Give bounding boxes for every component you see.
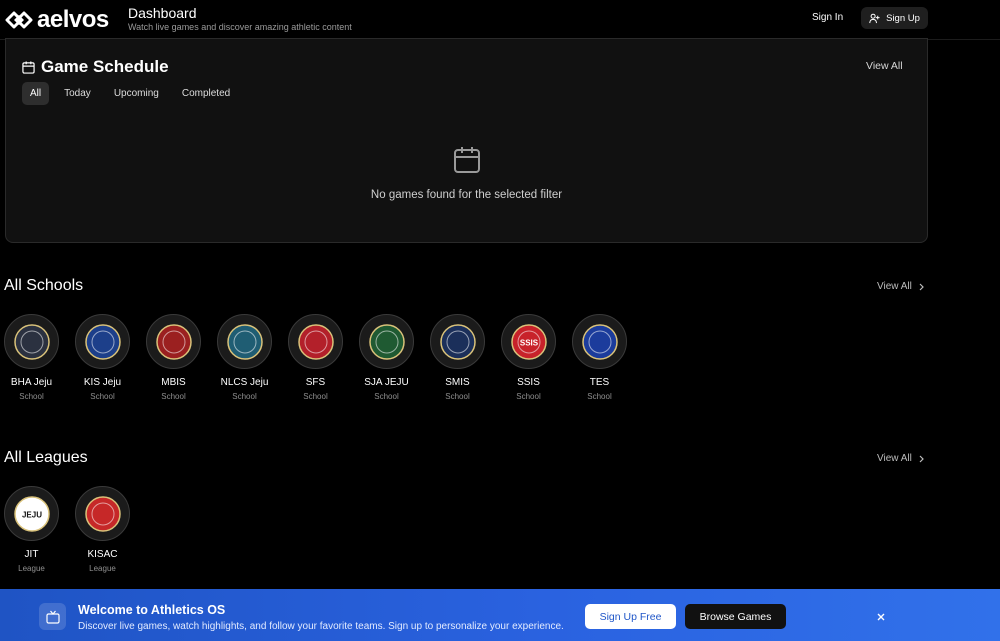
entity-name: KIS Jeju [83,377,122,388]
avatar: JEJU [4,486,59,541]
chevron-right-icon [919,283,924,290]
crest-icon [155,323,192,360]
crest-icon [581,323,618,360]
user-plus-icon [869,13,880,23]
banner-subtitle: Discover live games, watch highlights, a… [78,621,564,632]
leagues-view-all-label: View All [877,453,912,464]
entity-type: School [374,392,399,401]
leagues-view-all-link[interactable]: View All [877,453,925,464]
leagues-section-title: All Leagues [4,449,88,466]
entity-name: SMIS [445,377,470,388]
avatar [572,314,627,369]
crest-icon [439,323,476,360]
banner-icon-wrap [39,603,66,630]
filter-tab-upcoming[interactable]: Upcoming [106,82,167,105]
avatar [288,314,343,369]
page-title: Dashboard [128,5,197,21]
sign-in-button[interactable]: Sign In [812,8,843,28]
close-icon [877,613,885,621]
svg-text:JEJU: JEJU [21,510,41,519]
school-card-nlcs-jeju[interactable]: NLCS Jeju School [217,314,288,401]
filter-tab-all[interactable]: All [22,82,50,105]
school-card-mbis[interactable]: MBIS School [146,314,217,401]
entity-type: School [90,392,115,401]
league-card-jit[interactable]: JEJU JIT League [4,486,75,573]
filter-tab-completed[interactable]: Completed [174,82,238,105]
school-card-sfs[interactable]: SFS School [288,314,359,401]
entity-name: SJA JEJU [364,377,409,388]
entity-type: School [587,392,612,401]
chevron-right-icon [919,455,924,462]
banner-close-button[interactable] [874,610,888,624]
entity-name: SFS [305,377,326,388]
logo[interactable]: aelvos [5,6,109,34]
entity-name: BHA Jeju [10,377,53,388]
avatar [4,314,59,369]
page-subtitle: Watch live games and discover amazing at… [128,22,352,32]
league-card-kisac[interactable]: KISAC League [75,486,146,573]
avatar: SSIS [501,314,556,369]
entity-type: League [18,564,45,573]
schools-view-all-label: View All [877,281,912,292]
crest-icon [84,323,121,360]
calendar-icon [22,60,35,74]
school-card-smis[interactable]: SMIS School [430,314,501,401]
game-schedule-card: Game Schedule View All All Today Upcoming C… [5,38,928,243]
entity-type: School [516,392,541,401]
entity-name: MBIS [161,377,186,388]
game-schedule-heading: Game Schedule [22,57,169,77]
schedule-view-all-link[interactable]: View All [866,60,903,72]
empty-state-text: No games found for the selected filter [370,189,563,201]
schools-view-all-link[interactable]: View All [877,281,925,292]
avatar [146,314,201,369]
entity-name: JIT [24,549,39,560]
avatar [430,314,485,369]
avatar [217,314,272,369]
avatar [75,486,130,541]
entity-name: NLCS Jeju [220,377,269,388]
crest-icon [84,495,121,532]
avatar [75,314,130,369]
tv-icon [45,610,60,624]
sign-up-free-button[interactable]: Sign Up Free [585,604,676,629]
banner-title: Welcome to Athletics OS [78,603,226,617]
entity-type: School [445,392,470,401]
entity-name: KISAC [87,549,118,560]
entity-type: School [19,392,44,401]
empty-calendar-icon [454,147,480,173]
sign-up-button[interactable]: Sign Up [861,7,928,29]
logo-text: aelvos [37,6,109,33]
crest-icon [368,323,405,360]
crest-icon [297,323,334,360]
school-card-ssis[interactable]: SSIS SSIS School [501,314,572,401]
entity-type: School [303,392,328,401]
school-card-sja-jeju[interactable]: SJA JEJU School [359,314,430,401]
svg-text:SSIS: SSIS [519,338,538,347]
leagues-list: JEJU JIT League KISAC League [4,486,146,573]
welcome-banner: Welcome to Athletics OS Discover live ga… [0,589,1000,641]
aelvos-logo-icon [5,11,33,29]
schools-list: BHA Jeju School KIS Jeju School MBIS School NL… [4,314,643,401]
entity-type: School [232,392,257,401]
entity-name: TES [589,377,610,388]
schedule-filter-tabs: All Today Upcoming Completed [22,82,245,105]
crest-icon [226,323,263,360]
game-schedule-title: Game Schedule [41,57,169,76]
schools-section-title: All Schools [4,277,84,294]
crest-icon: JEJU [13,495,50,532]
filter-tab-today[interactable]: Today [56,82,99,105]
school-card-tes[interactable]: TES School [572,314,643,401]
browse-games-button[interactable]: Browse Games [685,604,786,629]
sign-up-label: Sign Up [886,12,920,24]
entity-type: School [161,392,186,401]
school-card-bha-jeju[interactable]: BHA Jeju School [4,314,75,401]
crest-icon: SSIS [510,323,547,360]
school-card-kis-jeju[interactable]: KIS Jeju School [75,314,146,401]
entity-name: SSIS [517,377,540,388]
entity-type: League [89,564,116,573]
crest-icon [13,323,50,360]
top-navigation-bar: aelvos Dashboard Watch live games and di… [0,0,1000,40]
avatar [359,314,414,369]
